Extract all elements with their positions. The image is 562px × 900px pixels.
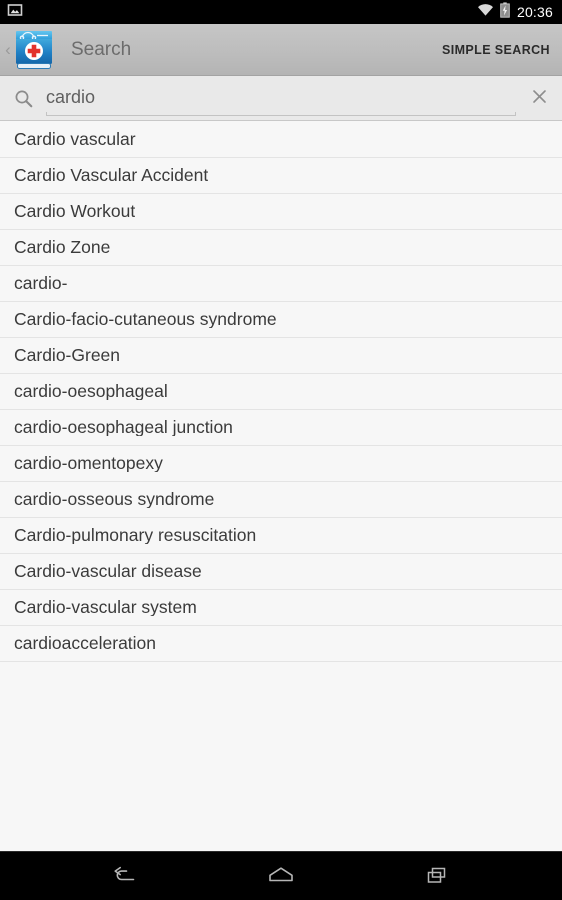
status-bar-notifications: [7, 2, 477, 23]
suggestion-item[interactable]: Cardio Workout: [0, 194, 562, 230]
android-screen: 20:36 ‹ Search SIMPLE SEARCH cardio Card…: [0, 0, 562, 900]
suggestion-item-label: Cardio Vascular Accident: [14, 166, 209, 185]
suggestion-item-label: Cardio vascular: [14, 130, 136, 149]
search-bar: cardio: [0, 76, 562, 121]
home-icon[interactable]: [254, 852, 308, 900]
simple-search-button[interactable]: SIMPLE SEARCH: [432, 43, 562, 57]
action-bar: ‹ Search SIMPLE SEARCH: [0, 24, 562, 76]
suggestion-item[interactable]: cardio-osseous syndrome: [0, 482, 562, 518]
suggestion-item-label: cardio-oesophageal junction: [14, 418, 233, 437]
suggestion-item-label: cardioacceleration: [14, 634, 157, 653]
suggestion-item[interactable]: Cardio Zone: [0, 230, 562, 266]
suggestion-item-label: Cardio Workout: [14, 202, 136, 221]
android-navigation-bar: [0, 851, 562, 900]
search-input-value: cardio: [46, 87, 96, 107]
suggestion-item-label: cardio-oesophageal: [14, 382, 168, 401]
search-input-underline: [46, 111, 516, 116]
wifi-icon: [477, 3, 494, 22]
screenshot-image-icon: [7, 2, 23, 23]
close-x-icon: [532, 90, 546, 103]
page-title: Search: [71, 38, 132, 60]
suggestion-item[interactable]: Cardio-pulmonary resuscitation: [0, 518, 562, 554]
suggestion-item-label: Cardio-facio-cutaneous syndrome: [14, 310, 277, 329]
suggestion-item-label: cardio-: [14, 274, 68, 293]
suggestion-item[interactable]: cardioacceleration: [0, 626, 562, 662]
suggestion-item-label: Cardio-pulmonary resuscitation: [14, 526, 257, 545]
suggestion-item[interactable]: Cardio vascular: [0, 122, 562, 158]
medical-dictionary-book-icon[interactable]: [11, 27, 57, 73]
battery-charging-icon: [500, 1, 510, 23]
suggestion-item-label: Cardio-vascular disease: [14, 562, 202, 581]
suggestion-item-label: Cardio-vascular system: [14, 598, 197, 617]
back-arrow-icon[interactable]: [98, 852, 152, 900]
magnifier-icon: [0, 88, 46, 108]
suggestion-item-label: Cardio-Green: [14, 346, 121, 365]
suggestion-item[interactable]: cardio-omentopexy: [0, 446, 562, 482]
suggestion-item-label: cardio-omentopexy: [14, 454, 163, 473]
search-input[interactable]: cardio: [46, 76, 516, 121]
suggestion-item[interactable]: cardio-oesophageal junction: [0, 410, 562, 446]
clear-search-button[interactable]: [516, 88, 562, 108]
suggestion-item[interactable]: Cardio-facio-cutaneous syndrome: [0, 302, 562, 338]
suggestion-item[interactable]: Cardio-Green: [0, 338, 562, 374]
status-bar-system-icons: 20:36: [477, 1, 553, 23]
suggestion-item[interactable]: cardio-oesophageal: [0, 374, 562, 410]
status-bar: 20:36: [0, 0, 562, 24]
suggestion-item[interactable]: cardio-: [0, 266, 562, 302]
suggestion-item-label: Cardio Zone: [14, 238, 111, 257]
suggestion-item[interactable]: Cardio-vascular disease: [0, 554, 562, 590]
suggestion-item-label: cardio-osseous syndrome: [14, 490, 215, 509]
suggestion-item[interactable]: Cardio Vascular Accident: [0, 158, 562, 194]
search-suggestion-list[interactable]: Cardio vascular Cardio Vascular Accident C…: [0, 122, 562, 852]
suggestion-item[interactable]: Cardio-vascular system: [0, 590, 562, 626]
status-bar-clock: 20:36: [516, 4, 553, 20]
recent-apps-icon[interactable]: [410, 852, 464, 900]
